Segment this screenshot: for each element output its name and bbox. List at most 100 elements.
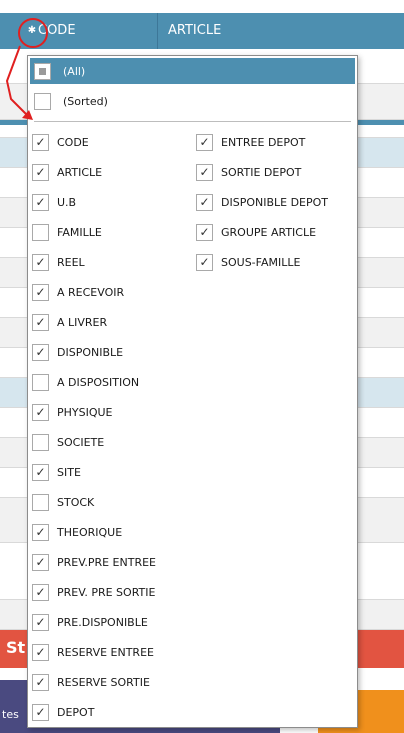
column-list-right: ✓ ENTREE DEPOT ✓ SORTIE DEPOT ✓ DISPONIBLE DE…	[196, 127, 328, 277]
annotation-circle	[18, 18, 48, 48]
check-icon: ✓	[35, 465, 46, 479]
divider	[34, 121, 351, 122]
column-option-label: PREV.PRE ENTREE	[57, 555, 156, 569]
column-option-theorique[interactable]: ✓ THEORIQUE	[32, 517, 156, 547]
column-option-label: RESERVE ENTREE	[57, 645, 154, 659]
column-option-label: THEORIQUE	[57, 525, 123, 539]
check-icon: ✓	[35, 675, 46, 689]
column-option-label: REEL	[57, 255, 85, 269]
check-icon: ✓	[35, 315, 46, 329]
column-option-label: SOCIETE	[57, 435, 105, 449]
column-option-a-livrer[interactable]: ✓ A LIVRER	[32, 307, 156, 337]
check-icon: ✓	[35, 255, 46, 269]
filter-item-sorted-label: (Sorted)	[63, 94, 108, 108]
column-option-label: SOUS-FAMILLE	[221, 255, 301, 269]
column-option-checkbox[interactable]: ✓	[32, 403, 49, 421]
column-option-reserve-entree[interactable]: ✓ RESERVE ENTREE	[32, 637, 156, 667]
column-option-label: FAMILLE	[57, 225, 102, 239]
column-option-checkbox[interactable]	[32, 493, 49, 511]
column-option-disponible[interactable]: ✓ DISPONIBLE	[32, 337, 156, 367]
column-option-reel[interactable]: ✓ REEL	[32, 247, 156, 277]
column-option-site[interactable]: ✓ SITE	[32, 457, 156, 487]
column-option-label: A LIVRER	[57, 315, 108, 329]
column-option-label: DISPONIBLE	[57, 345, 124, 359]
column-option-label: PRE.DISPONIBLE	[57, 615, 148, 629]
column-option-sous-famille[interactable]: ✓ SOUS-FAMILLE	[196, 247, 328, 277]
column-option-checkbox[interactable]: ✓	[32, 673, 49, 691]
red-banner-text: St	[6, 638, 26, 657]
column-option-checkbox[interactable]: ✓	[32, 193, 49, 211]
column-option-entree-depot[interactable]: ✓ ENTREE DEPOT	[196, 127, 328, 157]
column-option-code[interactable]: ✓ CODE	[32, 127, 156, 157]
column-option-label: PREV. PRE SORTIE	[57, 585, 156, 599]
column-option-label: ENTREE DEPOT	[221, 135, 306, 149]
check-icon: ✓	[35, 705, 46, 719]
column-header-article[interactable]: ARTICLE	[168, 13, 221, 49]
column-option-a-disposition[interactable]: A DISPOSITION	[32, 367, 156, 397]
filter-item-sorted[interactable]: (Sorted)	[30, 88, 355, 114]
check-icon: ✓	[35, 345, 46, 359]
column-option-a-recevoir[interactable]: ✓ A RECEVOIR	[32, 277, 156, 307]
column-option-label: CODE	[57, 135, 89, 149]
column-option-depot[interactable]: ✓ DEPOT	[32, 697, 156, 727]
column-option-checkbox[interactable]: ✓	[32, 553, 49, 571]
check-icon: ✓	[35, 555, 46, 569]
column-option-checkbox[interactable]: ✓	[32, 463, 49, 481]
check-icon: ✓	[35, 285, 46, 299]
check-icon: ✓	[35, 405, 46, 419]
column-option-checkbox[interactable]	[32, 373, 49, 391]
column-option-pre-disponible[interactable]: ✓ PRE.DISPONIBLE	[32, 607, 156, 637]
column-option-label: U.B	[57, 195, 77, 209]
column-option-checkbox[interactable]: ✓	[32, 253, 49, 271]
column-option-physique[interactable]: ✓ PHYSIQUE	[32, 397, 156, 427]
column-option-checkbox[interactable]: ✓	[32, 643, 49, 661]
column-option-checkbox[interactable]	[32, 223, 49, 241]
column-option-checkbox[interactable]: ✓	[32, 523, 49, 541]
column-option-stock[interactable]: STOCK	[32, 487, 156, 517]
column-option-disponible-depot[interactable]: ✓ DISPONIBLE DEPOT	[196, 187, 328, 217]
check-icon: ✓	[199, 195, 210, 209]
column-option-checkbox[interactable]: ✓	[196, 133, 213, 151]
column-option-checkbox[interactable]	[32, 433, 49, 451]
column-option-checkbox[interactable]: ✓	[196, 193, 213, 211]
column-option-groupe-article[interactable]: ✓ GROUPE ARTICLE	[196, 217, 328, 247]
column-option-checkbox[interactable]: ✓	[32, 163, 49, 181]
purple-footer-text: tes	[2, 708, 19, 721]
column-option-checkbox[interactable]: ✓	[32, 283, 49, 301]
column-option-label: DISPONIBLE DEPOT	[221, 195, 329, 209]
column-option-label: SORTIE DEPOT	[221, 165, 302, 179]
column-option-checkbox[interactable]: ✓	[32, 583, 49, 601]
column-option-label: SITE	[57, 465, 81, 479]
check-icon: ✓	[35, 585, 46, 599]
column-option-checkbox[interactable]: ✓	[32, 613, 49, 631]
column-option-checkbox[interactable]: ✓	[196, 253, 213, 271]
column-option-checkbox[interactable]: ✓	[32, 343, 49, 361]
check-icon: ✓	[35, 645, 46, 659]
column-option-sortie-depot[interactable]: ✓ SORTIE DEPOT	[196, 157, 328, 187]
check-icon: ✓	[35, 615, 46, 629]
column-option-societe[interactable]: SOCIETE	[32, 427, 156, 457]
check-icon: ✓	[35, 135, 46, 149]
column-option-label: RESERVE SORTIE	[57, 675, 150, 689]
check-icon: ✓	[199, 225, 210, 239]
column-option-checkbox[interactable]: ✓	[32, 133, 49, 151]
check-icon: ✓	[35, 195, 46, 209]
column-option-label: DEPOT	[57, 705, 95, 719]
column-option-checkbox[interactable]: ✓	[32, 313, 49, 331]
check-icon: ✓	[199, 135, 210, 149]
column-option-reserve-sortie[interactable]: ✓ RESERVE SORTIE	[32, 667, 156, 697]
column-option-prev-pre-sortie[interactable]: ✓ PREV. PRE SORTIE	[32, 577, 156, 607]
column-option-famille[interactable]: FAMILLE	[32, 217, 156, 247]
column-option-prev-pre-entree[interactable]: ✓ PREV.PRE ENTREE	[32, 547, 156, 577]
column-option-u-b[interactable]: ✓ U.B	[32, 187, 156, 217]
column-option-label: STOCK	[57, 495, 95, 509]
all-checkbox[interactable]	[34, 62, 51, 80]
check-icon: ✓	[199, 165, 210, 179]
column-option-checkbox[interactable]: ✓	[32, 703, 49, 721]
filter-item-all[interactable]: (All)	[30, 58, 355, 84]
column-option-checkbox[interactable]: ✓	[196, 163, 213, 181]
column-option-checkbox[interactable]: ✓	[196, 223, 213, 241]
filter-item-all-label: (All)	[63, 64, 86, 78]
column-option-article[interactable]: ✓ ARTICLE	[32, 157, 156, 187]
sorted-checkbox[interactable]	[34, 92, 51, 110]
